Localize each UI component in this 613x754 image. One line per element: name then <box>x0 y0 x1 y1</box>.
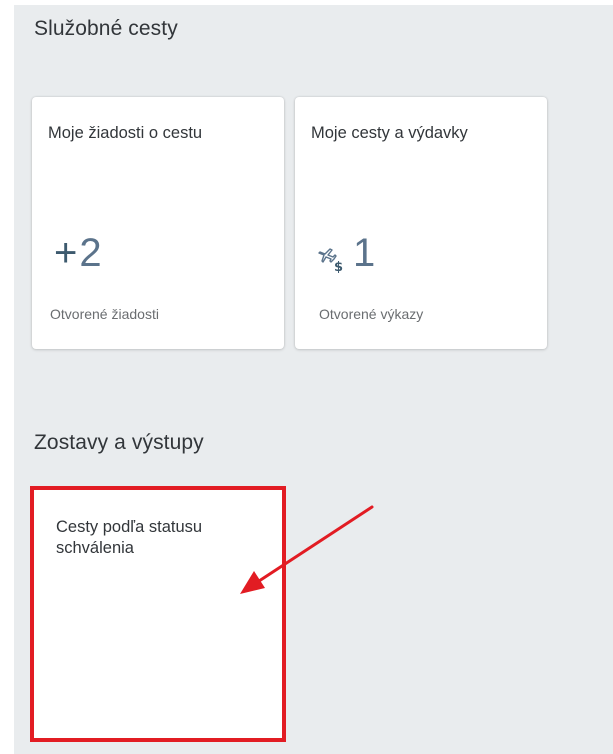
travel-expense-icon: $ <box>318 248 343 273</box>
group-title-reports-and-outputs: Zostavy a výstupy <box>34 431 204 454</box>
launchpad-page: Služobné cesty Moje žiadosti o cestu + 2… <box>14 5 613 754</box>
tile-my-travel-requests[interactable]: Moje žiadosti o cestu + 2 Otvorené žiado… <box>32 97 284 349</box>
kpi-value: 1 <box>353 231 376 275</box>
tile-footer: Otvorené výkazy <box>319 306 424 322</box>
kpi: + 2 <box>54 229 102 273</box>
tile-footer: Otvorené žiadosti <box>50 306 159 322</box>
kpi-value: 2 <box>79 231 102 275</box>
tile-trips-by-approval-status[interactable]: Cesty podľa statusu schválenia <box>30 486 286 742</box>
group-title-business-trips: Služobné cesty <box>34 17 178 40</box>
tile-title: Moje cesty a výdavky <box>311 124 468 142</box>
tile-title: Moje žiadosti o cestu <box>48 124 203 142</box>
tile-title: Cesty podľa statusu schválenia <box>56 518 203 557</box>
kpi: $ 1 <box>317 229 375 273</box>
plus-icon: + <box>54 231 78 275</box>
svg-text:$: $ <box>334 260 343 273</box>
tile-my-trips-and-expenses[interactable]: Moje cesty a výdavky $ 1 Otvorené výkazy <box>295 97 547 349</box>
